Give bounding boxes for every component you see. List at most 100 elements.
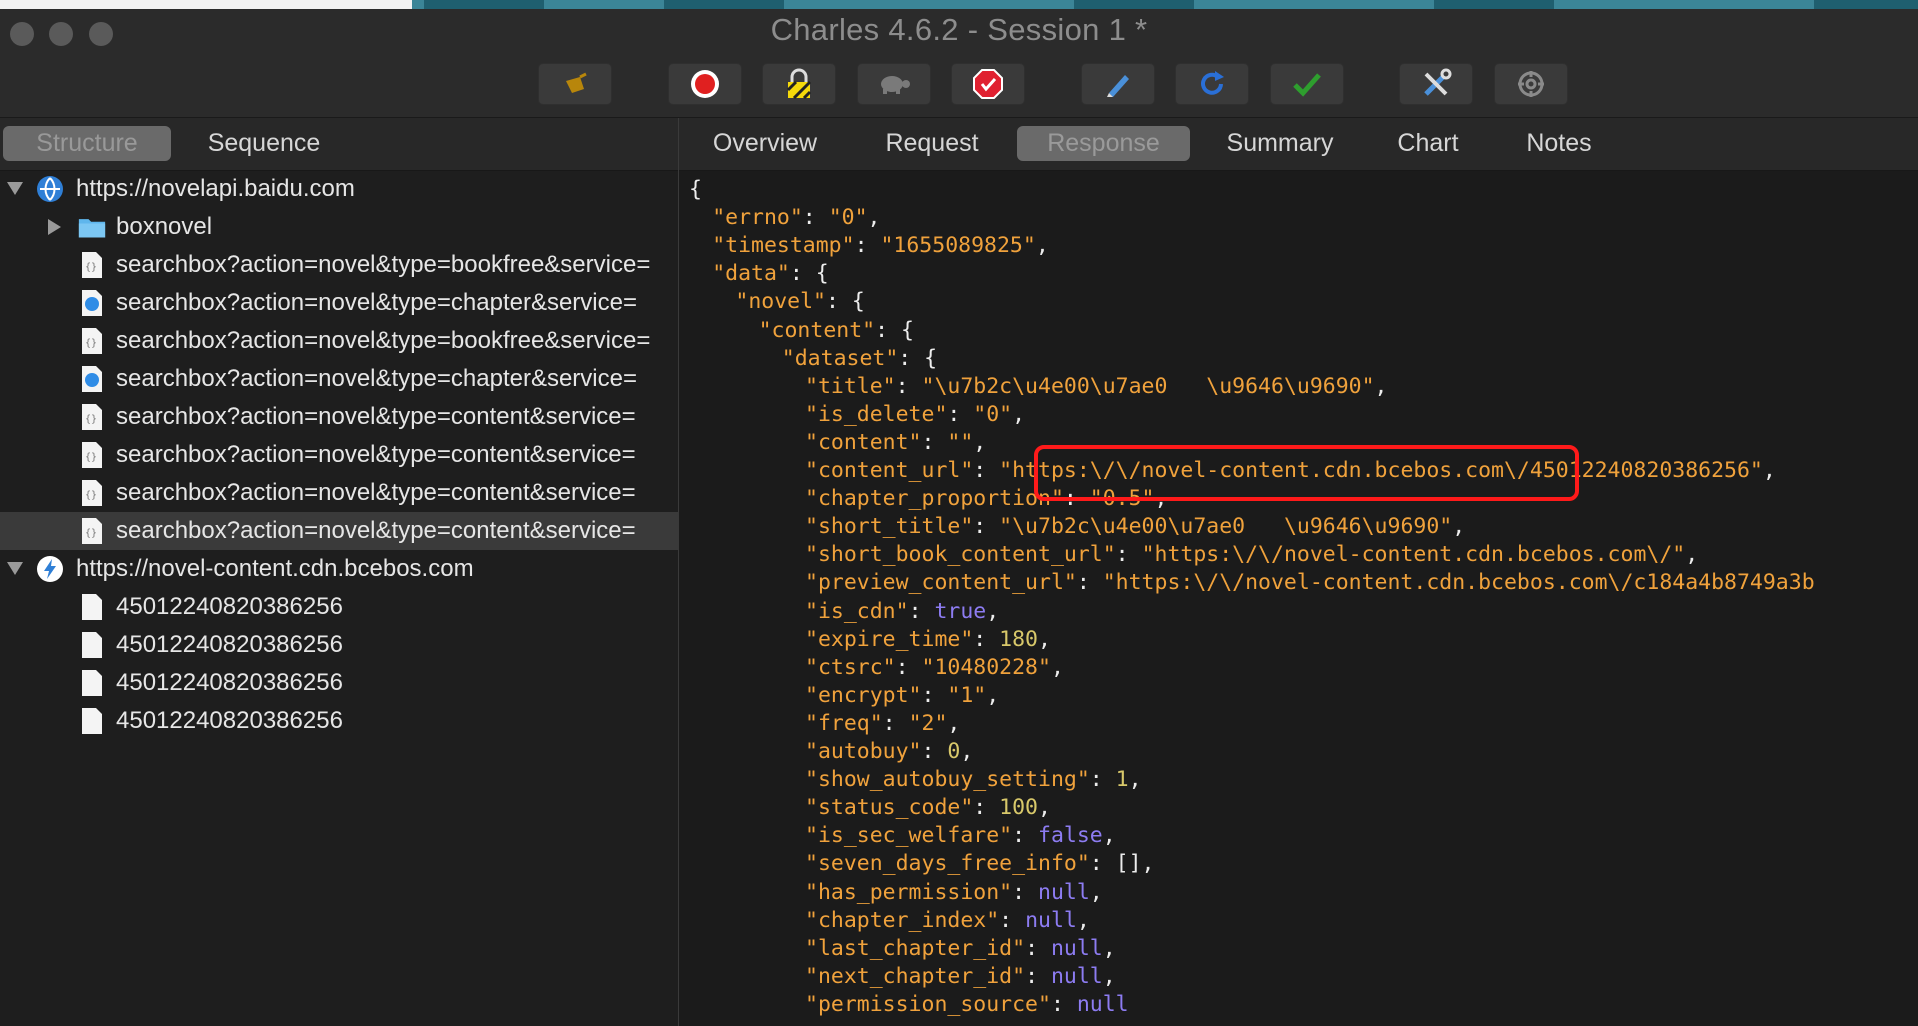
tree-request-row[interactable]: searchbox?action=novel&type=chapter&serv… bbox=[0, 360, 678, 398]
json-token: : bbox=[802, 205, 829, 231]
tab-request[interactable]: Request bbox=[857, 126, 1007, 161]
json-token: "expire_time" bbox=[805, 626, 974, 652]
json-token: "encrypt" bbox=[805, 682, 922, 708]
tree-request-row[interactable]: {} searchbox?action=novel&type=bookfree&… bbox=[0, 246, 678, 284]
tab-notes[interactable]: Notes bbox=[1496, 126, 1622, 161]
json-token: : bbox=[973, 514, 1000, 540]
tab-summary[interactable]: Summary bbox=[1200, 126, 1360, 161]
json-token: , bbox=[1038, 795, 1051, 821]
json-token: : bbox=[921, 429, 948, 455]
json-line: "title": "\u7b2c\u4e00\u7ae0 \u9646\u969… bbox=[805, 373, 1388, 401]
json-token: { bbox=[689, 177, 702, 202]
tools-icon bbox=[1424, 68, 1452, 96]
tree-request-row[interactable]: {} searchbox?action=novel&type=content&s… bbox=[0, 398, 678, 436]
json-line: "permission_source": null bbox=[805, 991, 1129, 1019]
tree-host-row[interactable]: https://novelapi.baidu.com bbox=[0, 170, 678, 208]
json-token: "ctsrc" bbox=[805, 654, 896, 680]
json-token: "timestamp" bbox=[712, 233, 855, 259]
json-token: : { bbox=[875, 317, 914, 343]
ssl-proxying-button[interactable] bbox=[762, 63, 836, 105]
tree-request-label: searchbox?action=novel&type=content&serv… bbox=[116, 441, 636, 468]
tree-request-row[interactable]: {} searchbox?action=novel&type=content&s… bbox=[0, 474, 678, 512]
tab-response[interactable]: Response bbox=[1017, 126, 1190, 161]
tree-request-row[interactable]: {} searchbox?action=novel&type=content&s… bbox=[0, 436, 678, 474]
json-token: : bbox=[895, 373, 922, 399]
json-token: : bbox=[895, 654, 922, 680]
json-token: "https:\/\/novel-content.cdn.bcebos.com\… bbox=[1141, 542, 1686, 568]
tree-host-row[interactable]: https://novel-content.cdn.bcebos.com bbox=[0, 550, 678, 588]
json-token: , bbox=[1128, 767, 1142, 793]
content-url-highlight-box bbox=[1034, 445, 1579, 501]
json-line: "short_book_content_url": "https:\/\/nov… bbox=[805, 541, 1698, 569]
record-button[interactable] bbox=[668, 63, 742, 105]
throttling-button[interactable] bbox=[857, 63, 931, 105]
json-token: , bbox=[1012, 401, 1026, 427]
repeat-button[interactable] bbox=[1175, 63, 1249, 105]
tree-request-row[interactable]: searchbox?action=novel&type=chapter&serv… bbox=[0, 284, 678, 322]
json-token: , bbox=[1374, 373, 1388, 399]
tree-file-row[interactable]: 45012240820386256 bbox=[0, 588, 678, 626]
json-file-icon: {} bbox=[78, 441, 106, 469]
json-line: "freq": "2", bbox=[805, 710, 960, 738]
compose-button[interactable] bbox=[1081, 63, 1155, 105]
validate-button[interactable] bbox=[1270, 63, 1344, 105]
tree-request-row-selected[interactable]: {} searchbox?action=novel&type=content&s… bbox=[0, 512, 678, 550]
tools-button[interactable] bbox=[1399, 63, 1473, 105]
json-token: "short_book_content_url" bbox=[805, 542, 1116, 568]
breakpoints-button[interactable] bbox=[951, 63, 1025, 105]
json-line: "seven_days_free_info": [], bbox=[805, 850, 1155, 878]
json-token: true bbox=[934, 598, 987, 624]
tree-file-label: 45012240820386256 bbox=[116, 593, 343, 620]
json-token: "is_delete" bbox=[805, 401, 948, 427]
tree-file-label: 45012240820386256 bbox=[116, 631, 343, 658]
json-token: : bbox=[947, 401, 974, 427]
window-titlebar[interactable]: Charles 4.6.2 - Session 1 * bbox=[0, 9, 1918, 63]
json-token: , bbox=[1102, 823, 1116, 849]
tab-chart[interactable]: Chart bbox=[1370, 126, 1486, 161]
disclosure-expanded-icon[interactable] bbox=[4, 550, 26, 588]
json-token: "\u7b2c\u4e00\u7ae0 \u9646\u9690" bbox=[999, 514, 1453, 540]
json-line: { bbox=[689, 176, 702, 204]
svg-text:{}: {} bbox=[85, 262, 97, 273]
json-token: "has_permission" bbox=[805, 879, 1013, 905]
json-token: "content" bbox=[758, 317, 876, 343]
svg-text:{}: {} bbox=[85, 338, 97, 349]
right-panel: Overview Request Response Summary Chart … bbox=[679, 118, 1918, 1026]
tab-structure[interactable]: Structure bbox=[3, 126, 171, 161]
disclosure-expanded-icon[interactable] bbox=[4, 170, 26, 208]
json-token: "is_cdn" bbox=[805, 598, 909, 624]
tab-overview[interactable]: Overview bbox=[691, 126, 839, 161]
json-token: : { bbox=[898, 345, 938, 371]
json-line: "ctsrc": "10480228", bbox=[805, 654, 1064, 682]
json-token: 100 bbox=[999, 795, 1039, 821]
json-token: : bbox=[973, 458, 1000, 483]
tree-file-row[interactable]: 45012240820386256 bbox=[0, 702, 678, 740]
json-token: , bbox=[947, 710, 961, 736]
json-line: "expire_time": 180, bbox=[805, 626, 1051, 654]
json-token: "status_code" bbox=[805, 795, 974, 821]
desktop-strip-segment bbox=[664, 0, 784, 9]
tree-file-row[interactable]: 45012240820386256 bbox=[0, 664, 678, 702]
json-token: "preview_content_url" bbox=[805, 570, 1077, 596]
json-token: "permission_source" bbox=[805, 991, 1051, 1017]
settings-button[interactable] bbox=[1494, 63, 1568, 105]
json-line: "is_cdn": true, bbox=[805, 598, 999, 626]
json-token: "10480228" bbox=[921, 654, 1051, 680]
json-token: "seven_days_free_info" bbox=[805, 851, 1090, 877]
clear-session-button[interactable] bbox=[538, 63, 612, 105]
json-token: , bbox=[1102, 935, 1116, 961]
tree-file-row[interactable]: 45012240820386256 bbox=[0, 626, 678, 664]
tree-folder-row[interactable]: boxnovel bbox=[0, 208, 678, 246]
json-token: , bbox=[1452, 514, 1466, 540]
svg-text:{}: {} bbox=[85, 528, 97, 539]
tree-request-row[interactable]: {} searchbox?action=novel&type=bookfree&… bbox=[0, 322, 678, 360]
json-token: : [], bbox=[1089, 851, 1155, 877]
tree-host-label: https://novelapi.baidu.com bbox=[76, 175, 355, 202]
json-token: : bbox=[1089, 767, 1116, 793]
disclosure-collapsed-icon[interactable] bbox=[44, 208, 66, 246]
throttle-turtle-icon bbox=[881, 76, 910, 94]
tab-sequence[interactable]: Sequence bbox=[180, 126, 348, 161]
bolt-icon bbox=[36, 555, 64, 583]
json-response-view[interactable]: {"errno": "0", "timestamp": "1655089825",… bbox=[679, 170, 1918, 1026]
json-token: , bbox=[1035, 233, 1049, 259]
